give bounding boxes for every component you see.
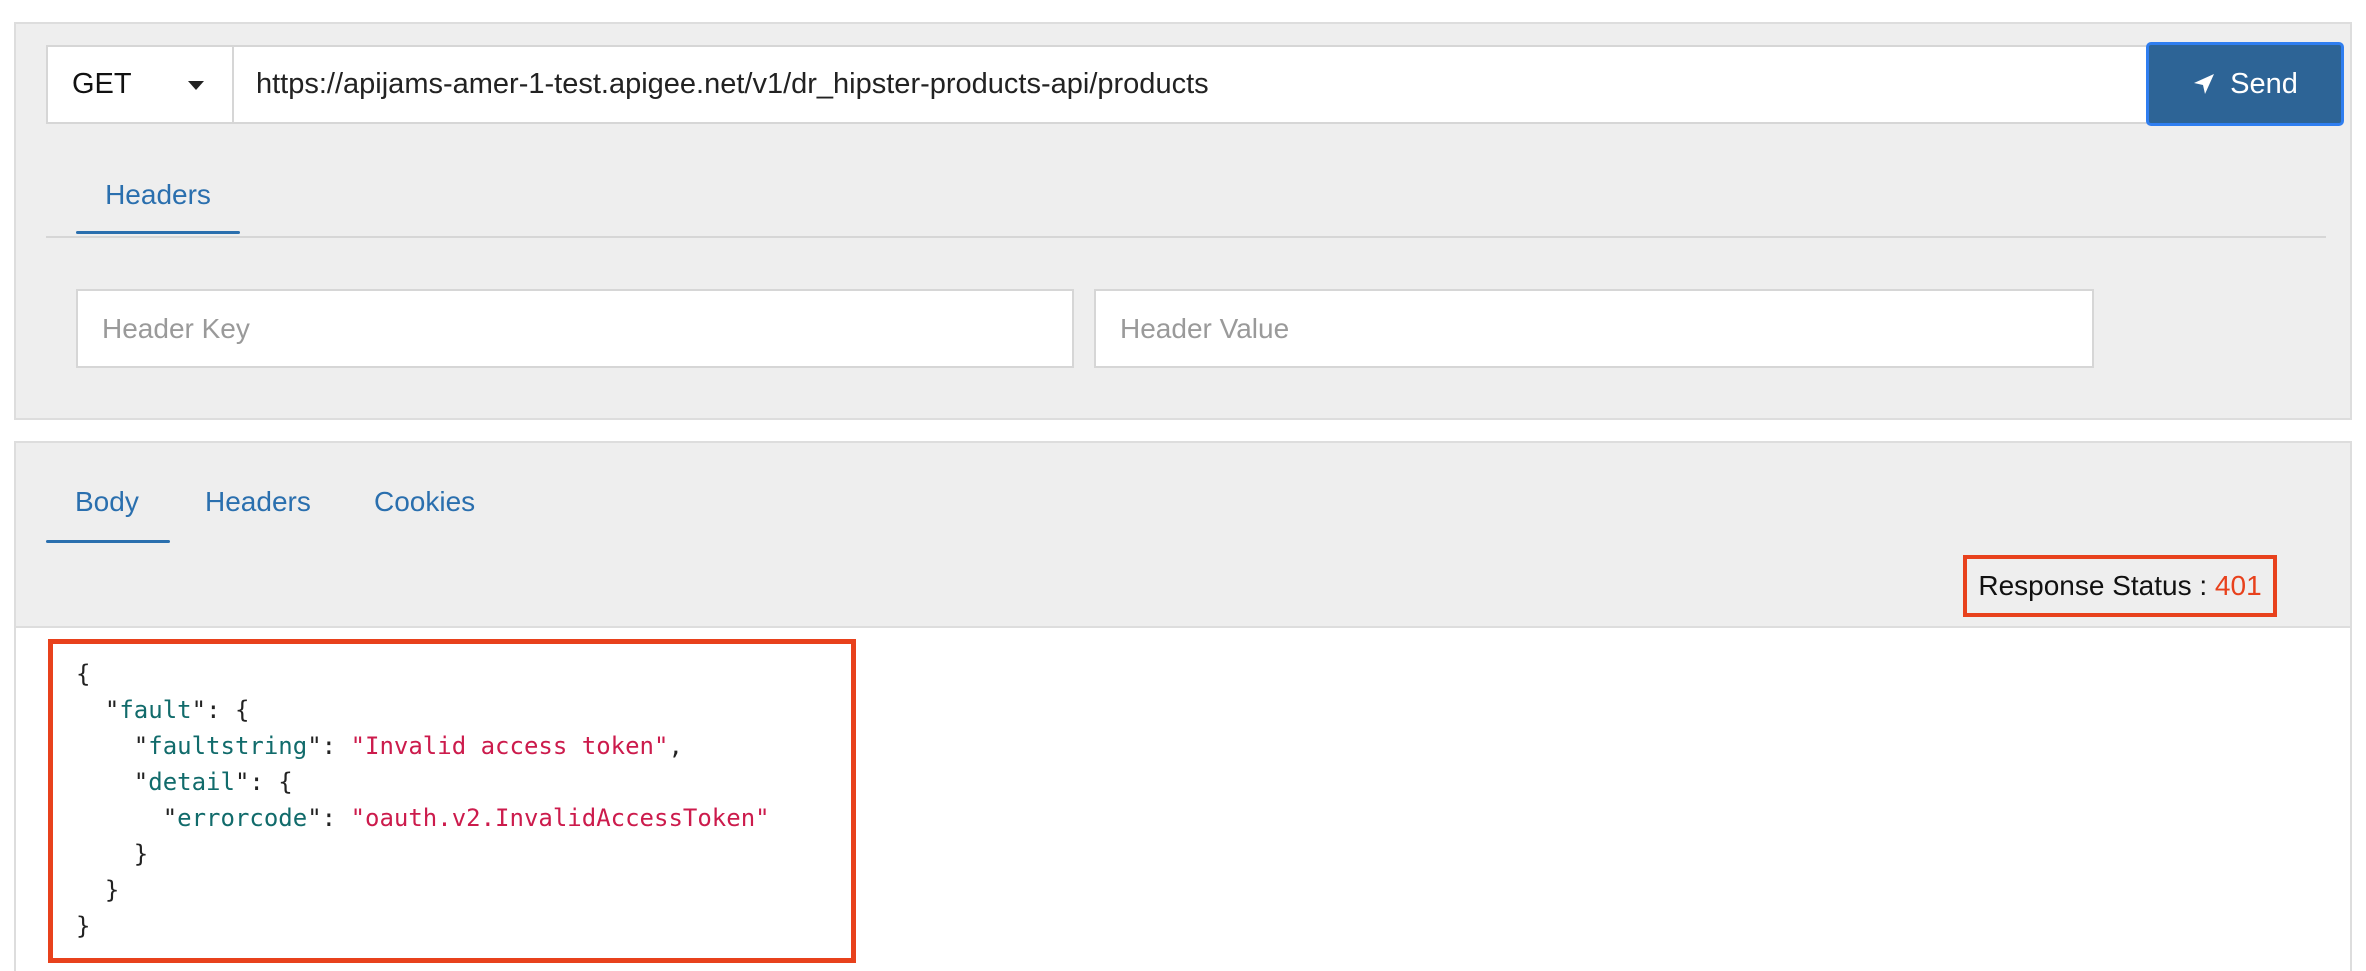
json-punct: : { — [206, 696, 250, 724]
active-tab-indicator — [46, 540, 170, 543]
json-key: errorcode — [177, 804, 308, 832]
json-line: } — [76, 912, 91, 940]
response-status: Response Status : 401 — [1963, 555, 2277, 617]
json-line: } — [104, 876, 120, 904]
json-key: detail — [148, 768, 235, 796]
response-tab-body[interactable]: Body — [75, 476, 139, 538]
header-key-input[interactable] — [76, 289, 1074, 368]
url-input[interactable] — [232, 45, 2148, 124]
response-tab-cookies[interactable]: Cookies — [374, 476, 475, 538]
send-button-label: Send — [2230, 67, 2298, 100]
method-select[interactable]: GET — [46, 45, 232, 124]
paper-plane-icon — [2194, 74, 2215, 94]
json-punct: : { — [249, 768, 293, 796]
caret-down-icon — [188, 81, 204, 90]
method-label: GET — [72, 68, 132, 100]
response-tab-headers[interactable]: Headers — [205, 476, 311, 538]
json-key: faultstring — [148, 732, 308, 760]
response-json: { "fault": { "faultstring": "Invalid acc… — [76, 660, 770, 940]
json-string: "Invalid access token" — [350, 732, 669, 760]
send-button[interactable]: Send — [2146, 42, 2344, 126]
json-line: } — [133, 840, 149, 868]
active-tab-indicator — [76, 231, 240, 234]
json-line: { — [76, 660, 91, 688]
request-tab-headers[interactable]: Headers — [76, 162, 240, 236]
tab-divider — [46, 236, 2326, 238]
response-status-code: 401 — [2214, 570, 2262, 601]
response-status-label: Response Status : — [1978, 570, 2215, 601]
json-key: fault — [119, 696, 192, 724]
json-string: "oauth.v2.InvalidAccessToken" — [350, 804, 770, 832]
header-value-input[interactable] — [1094, 289, 2094, 368]
